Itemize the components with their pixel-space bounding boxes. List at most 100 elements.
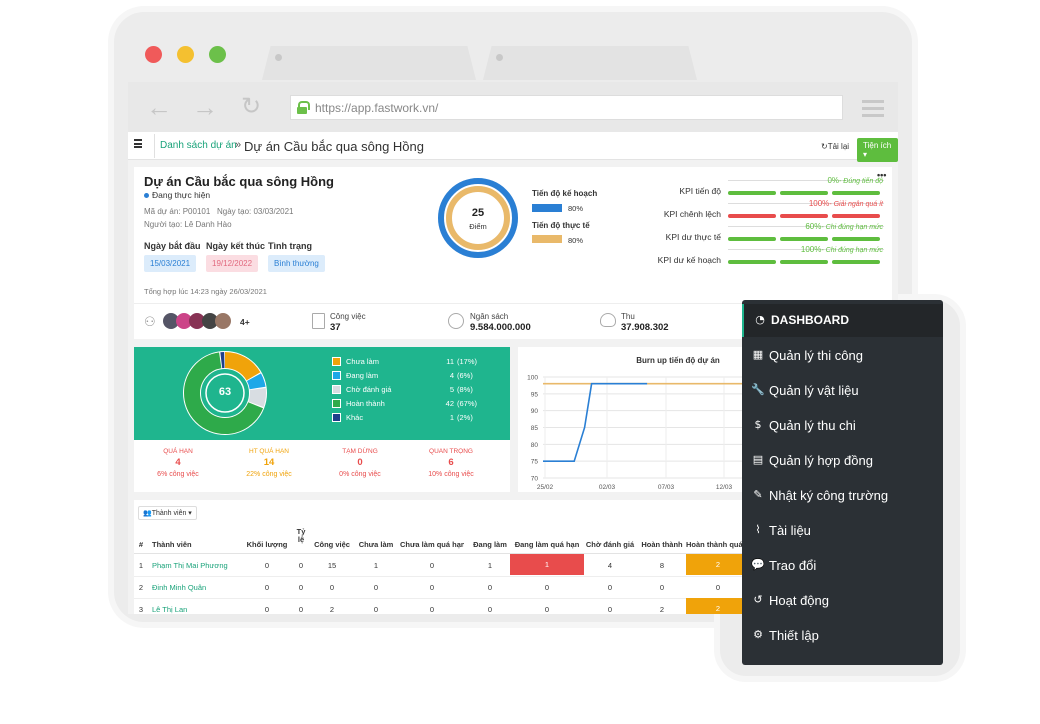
counter-value: 0 (357, 457, 363, 468)
address-bar[interactable]: https://app.fastwork.vn/ (290, 95, 843, 120)
table-cell: 2 (686, 554, 750, 575)
actual-progress-swatch (532, 235, 562, 243)
member-filter-dropdown[interactable]: 👥Thành viên ▾ (138, 506, 197, 520)
sidebar-item-gear[interactable]: ⚙ Thiết lập (742, 619, 943, 652)
history-icon: ↺ (753, 593, 763, 606)
table-cell: 4 (607, 561, 613, 570)
reload-button[interactable]: ↻Tải lại (821, 142, 849, 151)
table-header: Công việc (314, 540, 350, 549)
table-cell: 2 (659, 605, 665, 614)
members-more[interactable]: 4+ (240, 317, 250, 327)
kpi-bar-segment (728, 214, 776, 218)
legend-swatch (332, 399, 341, 408)
task-counters: QUÁ HẠN 4 6% công việc HT QUÁ HẠN 14 22% công… (134, 440, 510, 492)
counter-label: TẠM DỪNG (342, 448, 378, 455)
breadcrumb-project-list[interactable]: Danh sách dự án (160, 140, 237, 151)
table-cell: 1 (138, 561, 144, 570)
table-cell: 0 (264, 605, 270, 614)
table-header: # (138, 540, 144, 549)
divider (154, 134, 158, 158)
minimize-window-dot[interactable] (177, 46, 194, 63)
table-cell: 0 (264, 583, 270, 592)
document-icon (312, 313, 325, 329)
counter-label: QUÁ HẠN (163, 448, 193, 455)
plan-progress-swatch (532, 204, 562, 212)
members-icon: ⚇ (144, 314, 156, 329)
table-cell: 0 (487, 605, 493, 614)
actual-progress-pct: 80% (568, 236, 584, 245)
table-cell: 0 (298, 605, 304, 614)
back-arrow-icon[interactable]: ← (146, 94, 172, 120)
project-created: Ngày tạo: 03/03/2021 (217, 207, 294, 216)
refresh-icon: ↻ (821, 142, 828, 151)
sidebar-item-document[interactable]: ▤ Quản lý hợp đồng (742, 444, 943, 477)
table-header: Đang làm quá hạn (514, 540, 580, 549)
sidebar-item-label: Trao đổi (769, 558, 817, 573)
y-tick-label: 75 (531, 459, 539, 466)
member-name-link[interactable]: Đinh Minh Quân (152, 580, 236, 594)
kpi-bar-segment (728, 191, 776, 195)
tab-close-icon[interactable] (275, 54, 282, 61)
project-code: Mã dự án: P00101 (144, 207, 211, 216)
kpi-bar-segment (832, 191, 880, 195)
browser-tab-2[interactable] (483, 46, 697, 80)
table-cell: 0 (429, 561, 435, 570)
project-creator: Người tạo: Lê Danh Hào (144, 220, 232, 229)
kpi-pct: 60% (805, 222, 822, 231)
legend-value: 42 (445, 399, 454, 408)
sidebar-item-label: Quản lý hợp đồng (769, 453, 873, 468)
table-cell: 0 (298, 583, 304, 592)
table-header: Thành viên (152, 540, 192, 549)
close-window-dot[interactable] (145, 46, 162, 63)
browser-tab-1[interactable] (262, 46, 476, 80)
legend-label: Chờ đánh giá (346, 385, 392, 394)
member-name-link[interactable]: Phạm Thị Mai Phương (152, 558, 236, 572)
table-cell: 2 (686, 598, 750, 614)
sidebar-item-dollar[interactable]: $ Quản lý thu chi (742, 409, 943, 442)
x-tick-label: 07/03 (658, 484, 675, 491)
page-title: Dự án Cầu bắc qua sông Hồng (244, 139, 424, 154)
kpi-label: KPI dư kế hoạch (657, 255, 721, 265)
sidebar-item-history[interactable]: ↺ Hoạt động (742, 584, 943, 617)
legend-pct: (17%) (457, 357, 478, 366)
kpi-label: KPI chênh lệch (663, 209, 721, 219)
work-value: 37 (330, 322, 341, 333)
table-cell: 0 (607, 583, 613, 592)
member-name-link[interactable]: Lê Thị Lan (152, 602, 236, 614)
reload-icon[interactable]: ↻ (241, 94, 261, 120)
kpi-label: KPI dư thực tế (665, 232, 721, 242)
paperclip-icon: ⌇ (755, 523, 761, 536)
wrench-icon: 🔧 (751, 383, 765, 396)
menu-toggle-icon[interactable] (134, 139, 142, 148)
sidebar-item-paperclip[interactable]: ⌇ Tài liệu (742, 514, 943, 547)
legend-pct: (6%) (457, 371, 473, 380)
kpi-note: 0%- Đúng tiến độ (727, 176, 883, 185)
legend-swatch (332, 385, 341, 394)
sidebar-item-comments[interactable]: 💬 Trao đổi (742, 549, 943, 582)
table-header: Hoàn thành quá hạn (686, 540, 750, 549)
sidebar-item-label: Nhật ký công trường (769, 488, 889, 503)
maximize-window-dot[interactable] (209, 46, 226, 63)
browser-menu-icon[interactable] (862, 100, 884, 117)
more-options-icon[interactable]: ••• (877, 170, 886, 180)
sidebar-item-table[interactable]: ▦ Quản lý thi công (742, 339, 943, 372)
table-header: Đang làm (473, 540, 507, 549)
sidebar-item-label: Quản lý thu chi (769, 418, 856, 433)
sidebar-item-wrench[interactable]: 🔧 Quản lý vật liệu (742, 374, 943, 407)
sidebar-item-edit[interactable]: ✎ Nhật ký công trường (742, 479, 943, 512)
legend-label: Hoàn thành (346, 399, 385, 408)
counter-label: QUAN TRỌNG (429, 448, 473, 455)
tab-close-icon[interactable] (496, 54, 503, 61)
legend-pct: (67%) (457, 399, 478, 408)
table-cell: 15 (327, 561, 337, 570)
forward-arrow-icon[interactable]: → (192, 94, 218, 120)
sidebar-item-dashboard[interactable]: ◔ DASHBOARD (742, 304, 943, 337)
actual-progress-label: Tiến độ thực tế (532, 221, 590, 230)
kpi-bar-segment (728, 260, 776, 264)
task-total: 63 (218, 386, 232, 398)
table-icon: ▦ (752, 348, 764, 361)
utility-button[interactable]: Tiện ích ▾ (857, 138, 898, 162)
edit-icon: ✎ (753, 488, 763, 501)
table-cell: 0 (429, 583, 435, 592)
member-avatars[interactable] (163, 313, 241, 331)
